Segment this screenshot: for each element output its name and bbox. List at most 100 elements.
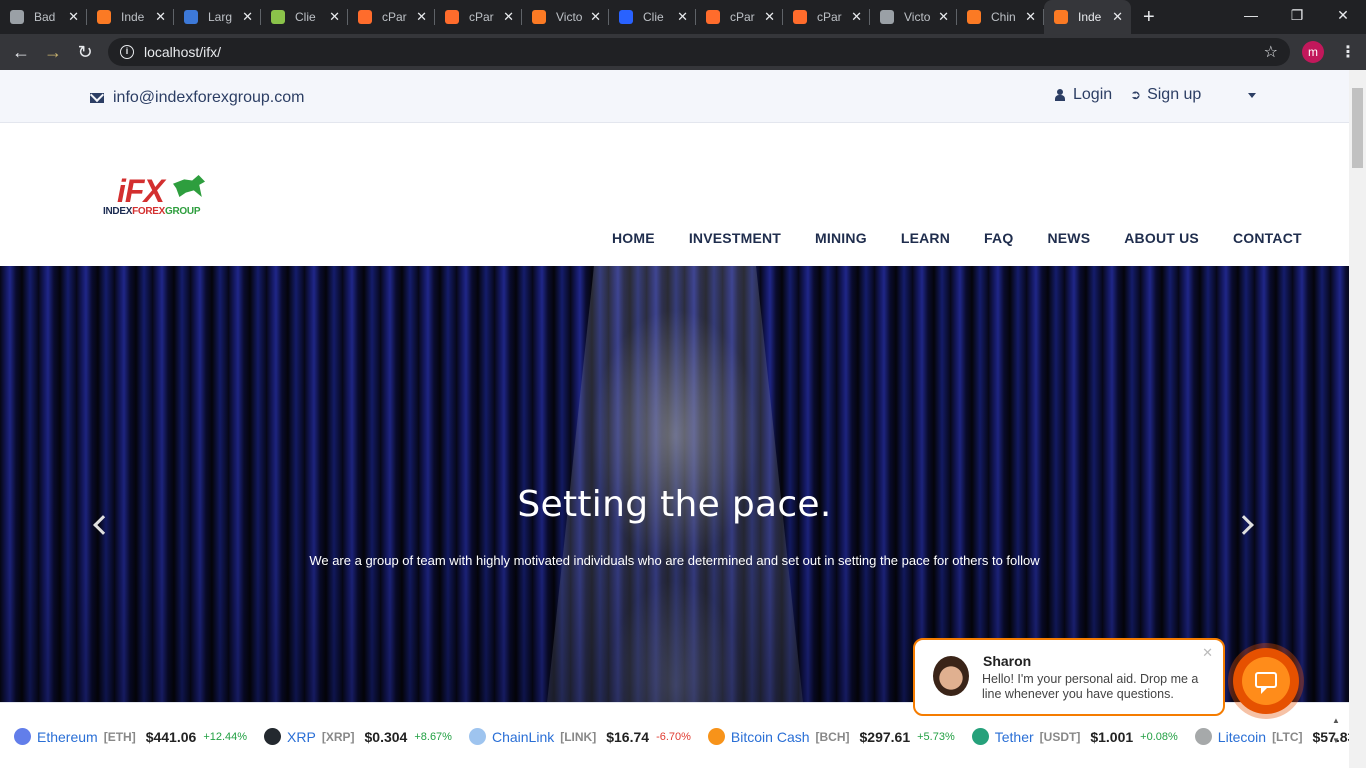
nav-contact[interactable]: CONTACT xyxy=(1233,230,1302,246)
window-controls: — ❐ ✕ xyxy=(1228,0,1366,34)
tab-close-icon[interactable]: ✕ xyxy=(1025,9,1036,25)
tab-close-icon[interactable]: ✕ xyxy=(503,9,514,25)
back-icon[interactable]: ← xyxy=(5,42,37,63)
tab-close-icon[interactable]: ✕ xyxy=(1112,9,1123,25)
ticker-item[interactable]: Tether [USDT] $1.001 +0.08% xyxy=(971,728,1178,745)
restore-icon[interactable]: ❐ xyxy=(1274,0,1320,34)
page-scrollbar[interactable] xyxy=(1349,70,1366,768)
coin-symbol: [XRP] xyxy=(321,729,355,744)
chat-greeting-card[interactable]: Sharon Hello! I'm your personal aid. Dro… xyxy=(913,638,1225,716)
agent-avatar xyxy=(933,656,969,696)
main-header: iFX INDEXFOREXGROUP HOME INVESTMENT MINING… xyxy=(0,123,1349,266)
nav-news[interactable]: NEWS xyxy=(1047,230,1090,246)
nav-about-us[interactable]: ABOUT US xyxy=(1124,230,1199,246)
coin-symbol: [LINK] xyxy=(560,729,597,744)
profile-avatar[interactable]: m xyxy=(1302,41,1324,63)
sign-in-icon: ➲ xyxy=(1130,87,1142,102)
browser-toolbar: ← → ↻ i localhost/ifx/ ☆ m ⋮ xyxy=(0,34,1366,70)
ticker-item[interactable]: XRP [XRP] $0.304 +8.67% xyxy=(264,728,452,745)
browser-tab[interactable]: Chin ✕ xyxy=(957,0,1044,34)
tab-title: Victo xyxy=(904,10,931,24)
minimize-icon[interactable]: — xyxy=(1228,0,1274,34)
coin-price: $0.304 xyxy=(364,728,408,745)
coin-symbol: [BCH] xyxy=(815,729,850,744)
tab-close-icon[interactable]: ✕ xyxy=(416,9,427,25)
browser-tab[interactable]: Larg ✕ xyxy=(174,0,261,34)
browser-tab[interactable]: Bad ✕ xyxy=(0,0,87,34)
language-dropdown-icon[interactable] xyxy=(1248,93,1256,98)
ticker-scroll-icon[interactable]: ▲ ▼ xyxy=(1330,711,1342,757)
ethereum-icon xyxy=(14,728,31,745)
tab-close-icon[interactable]: ✕ xyxy=(68,9,79,25)
browser-tab[interactable]: cPar ✕ xyxy=(783,0,870,34)
coin-change: +8.67% xyxy=(414,730,452,743)
close-window-icon[interactable]: ✕ xyxy=(1320,0,1366,34)
browser-tab[interactable]: Victo ✕ xyxy=(870,0,957,34)
tab-close-icon[interactable]: ✕ xyxy=(590,9,601,25)
browser-tab[interactable]: cPar ✕ xyxy=(696,0,783,34)
logo-wordmark: INDEXFOREXGROUP xyxy=(103,206,201,217)
chat-launcher-button[interactable] xyxy=(1233,648,1299,714)
coin-symbol: [USDT] xyxy=(1039,729,1081,744)
envelope-icon xyxy=(90,93,104,103)
nav-learn[interactable]: LEARN xyxy=(901,230,950,246)
coin-change: -6.70% xyxy=(656,730,691,743)
main-menu: HOME INVESTMENT MINING LEARN FAQ NEWS ABOUT US… xyxy=(612,230,1336,246)
tab-favicon-icon xyxy=(967,10,981,24)
tab-close-icon[interactable]: ✕ xyxy=(764,9,775,25)
reload-icon[interactable]: ↻ xyxy=(69,42,101,63)
nav-faq[interactable]: FAQ xyxy=(984,230,1013,246)
signup-link[interactable]: ➲ Sign up xyxy=(1130,86,1201,104)
site-info-icon[interactable]: i xyxy=(120,45,134,59)
url-text: localhost/ifx/ xyxy=(144,44,222,60)
logo-mark: iFX xyxy=(117,173,165,209)
browser-tab[interactable]: cPar ✕ xyxy=(435,0,522,34)
agent-name: Sharon xyxy=(983,653,1032,669)
browser-tab[interactable]: Inde ✕ xyxy=(1044,0,1131,34)
nav-home[interactable]: HOME xyxy=(612,230,655,246)
ticker-item[interactable]: Ethereum [ETH] $441.06 +12.44% xyxy=(14,728,247,745)
browser-tab[interactable]: Clie ✕ xyxy=(609,0,696,34)
tab-title: Inde xyxy=(1078,10,1102,24)
browser-tab[interactable]: Victo ✕ xyxy=(522,0,609,34)
coin-symbol: [ETH] xyxy=(103,729,136,744)
ticker-item[interactable]: Bitcoin Cash [BCH] $297.61 +5.73% xyxy=(707,728,955,745)
tab-close-icon[interactable]: ✕ xyxy=(329,9,340,25)
chainlink-icon xyxy=(468,728,486,745)
new-tab-button[interactable]: + xyxy=(1143,6,1155,29)
coin-change: +0.08% xyxy=(1140,730,1178,743)
coin-name: Ethereum xyxy=(37,728,98,745)
browser-tab[interactable]: Inde ✕ xyxy=(87,0,174,34)
tab-favicon-icon xyxy=(358,10,372,24)
contact-email[interactable]: info@indexforexgroup.com xyxy=(90,89,304,107)
ticker-item[interactable]: Litecoin[LTC]$57.83+6 xyxy=(1194,728,1349,745)
nav-investment[interactable]: INVESTMENT xyxy=(689,230,781,246)
address-bar[interactable]: i localhost/ifx/ ☆ xyxy=(108,38,1290,66)
coin-price: $441.06 xyxy=(145,728,197,745)
close-icon[interactable]: ✕ xyxy=(1202,645,1213,661)
forward-icon[interactable]: → xyxy=(37,42,69,63)
tab-close-icon[interactable]: ✕ xyxy=(242,9,253,25)
login-label: Login xyxy=(1073,86,1113,103)
bitcoin-cash-icon xyxy=(707,728,725,745)
login-link[interactable]: Login xyxy=(1055,86,1112,104)
ticker-item[interactable]: ChainLink [LINK] $16.74 -6.70% xyxy=(468,728,691,745)
nav-mining[interactable]: MINING xyxy=(815,230,867,246)
hero-title: Setting the pace. xyxy=(517,484,832,525)
site-logo[interactable]: iFX INDEXFOREXGROUP xyxy=(103,173,213,223)
coin-price: $297.61 xyxy=(859,728,911,745)
bull-icon xyxy=(173,175,205,197)
browser-menu-icon[interactable]: ⋮ xyxy=(1340,42,1356,62)
coin-price: $16.74 xyxy=(606,728,650,745)
tab-close-icon[interactable]: ✕ xyxy=(938,9,949,25)
tab-favicon-icon xyxy=(10,10,24,24)
web-page: info@indexforexgroup.com Login ➲ Sign up… xyxy=(0,70,1349,768)
tab-close-icon[interactable]: ✕ xyxy=(677,9,688,25)
browser-tab[interactable]: Clie ✕ xyxy=(261,0,348,34)
browser-tab[interactable]: cPar ✕ xyxy=(348,0,435,34)
tab-close-icon[interactable]: ✕ xyxy=(851,9,862,25)
bookmark-star-icon[interactable]: ☆ xyxy=(1264,42,1278,62)
coin-name: Bitcoin Cash xyxy=(730,728,810,745)
scrollbar-thumb[interactable] xyxy=(1352,88,1363,168)
tab-close-icon[interactable]: ✕ xyxy=(155,9,166,25)
